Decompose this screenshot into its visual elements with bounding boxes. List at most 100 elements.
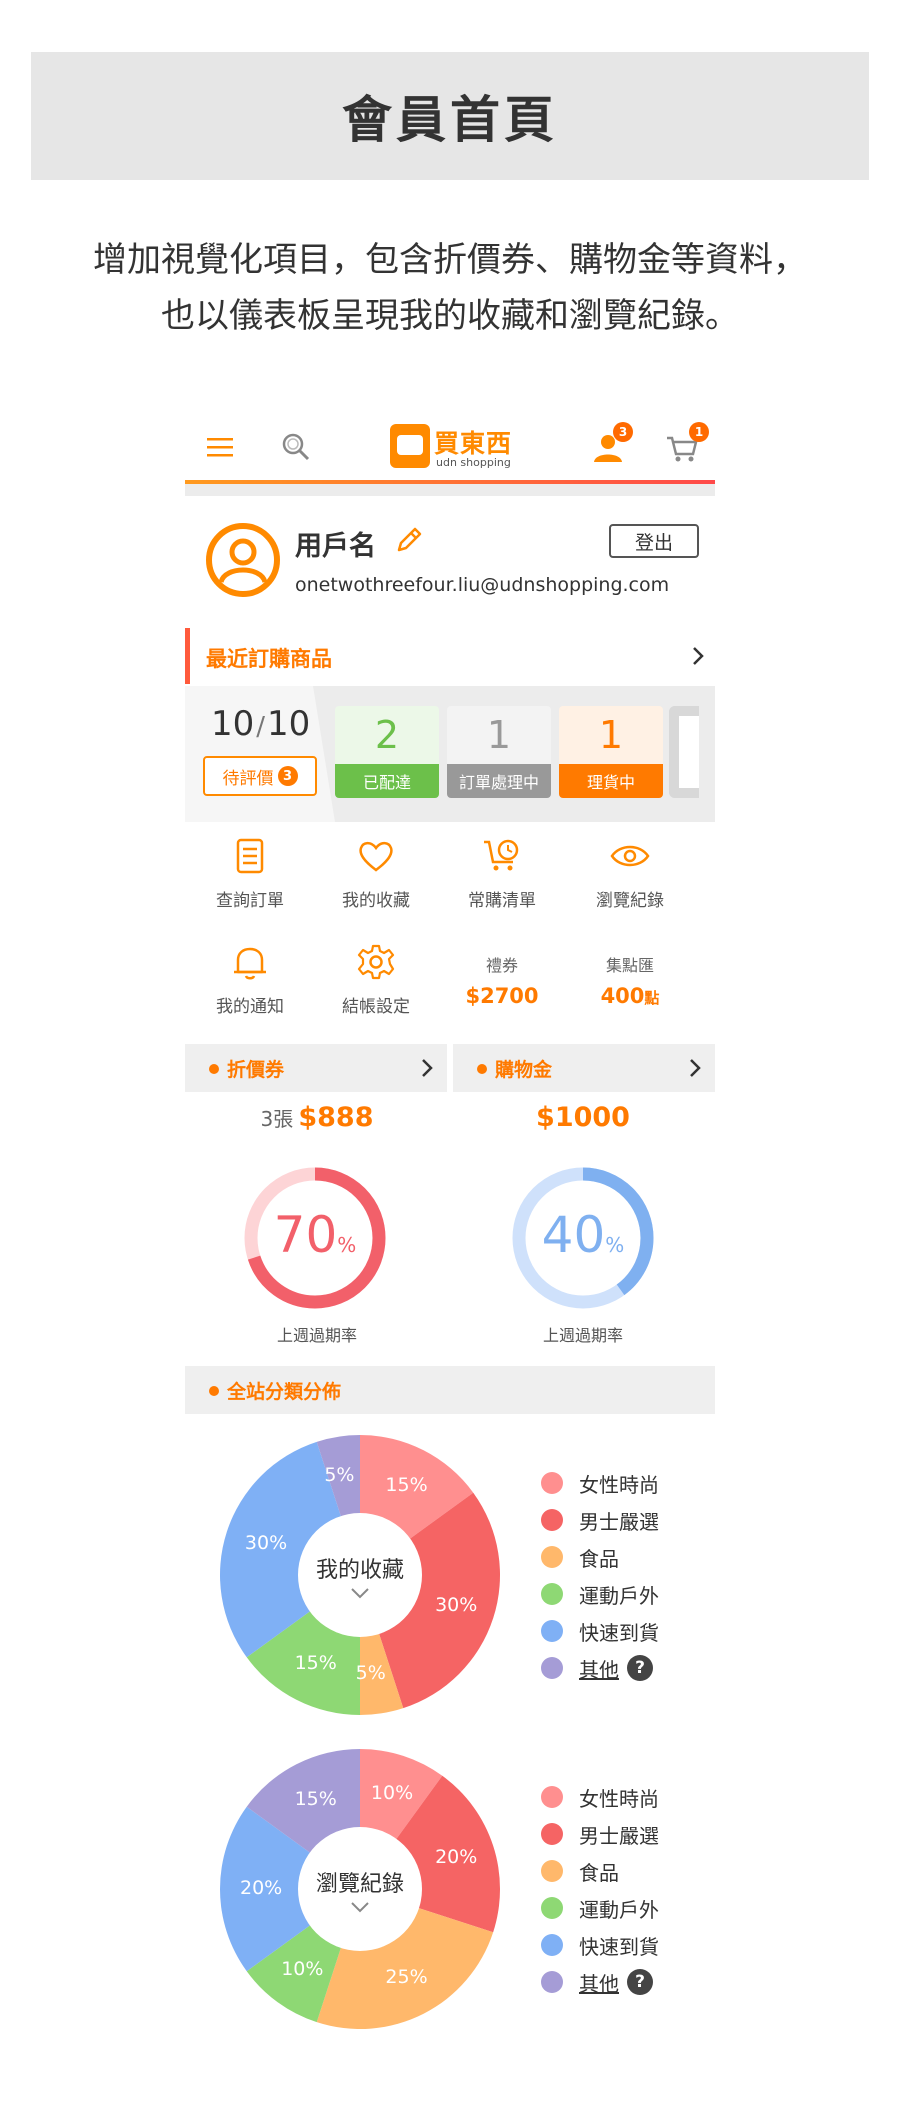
legend-label-other-link[interactable]: 其他 [579,1968,619,1997]
pending-review-button[interactable]: 待評價 3 [203,756,317,796]
credit-rate-unit: % [605,1233,625,1257]
menu-item-label: 結帳設定 [342,997,410,1017]
order-status-card-delivered[interactable]: 2 已配達 [335,706,439,798]
credit-value: $1000 [536,1102,630,1133]
logout-button[interactable]: 登出 [609,524,699,558]
order-status-count: 1 [486,713,512,757]
menu-item-vouchers[interactable]: 禮券 $2700 [437,936,567,1036]
pending-review-label: 待評價 [222,768,274,789]
user-profile: 用戶名 登出 onetwothreefour.liu@udnshopping.c… [185,512,715,622]
distribution-title: 全站分類分佈 [227,1381,342,1403]
avatar-icon[interactable] [205,522,281,598]
coupons-rate-value: 70 [273,1206,338,1264]
legend-swatch [541,1786,563,1808]
legend-item: 運動戶外 [541,1889,711,1926]
order-status-card-more[interactable] [669,706,699,798]
legend-item[interactable]: 其他? [541,1649,711,1686]
coupons-amount: 3張 $888 [185,1102,449,1133]
coupons-value: $888 [298,1102,374,1133]
cart-clock-icon [484,839,519,871]
recent-orders-header[interactable]: 最近訂購商品 [185,628,715,684]
page-title: 會員首頁 [342,91,558,149]
order-status-label: 已配達 [335,764,439,798]
pie-slice-label: 30% [244,1532,288,1555]
pie-center[interactable]: 我的收藏 [303,1522,417,1628]
menu-item-order-query[interactable]: 查詢訂單 [185,830,315,930]
legend-label: 女性時尚 [579,1473,659,1497]
pie-slice-label: 25% [385,1966,428,1989]
menu-item-label: 常購清單 [468,891,536,911]
topbar-divider [185,484,715,496]
chevron-down-icon [351,1902,369,1913]
distribution-header: 全站分類分佈 [185,1366,715,1414]
chevron-right-icon [693,647,704,665]
description-line-2: 也以儀表板呈現我的收藏和瀏覽紀錄。 [161,296,739,336]
search-icon[interactable] [277,428,315,466]
legend-swatch [541,1472,563,1494]
shopping-bag-icon [390,424,430,468]
points-value: 400 [600,984,645,1008]
credit-rate-value: 40 [541,1206,606,1264]
menu-item-label: 我的收藏 [342,891,410,911]
pie-slice-label: 20% [435,1846,478,1869]
hamburger-menu-icon[interactable] [201,428,239,466]
legend-label: 食品 [579,1547,619,1571]
legend-item[interactable]: 其他? [541,1963,711,2000]
legend-label: 快速到貨 [579,1935,659,1959]
menu-item-notifications[interactable]: 我的通知 [185,936,315,1036]
recent-orders-title: 最近訂購商品 [206,647,332,671]
coupons-rate-unit: % [337,1233,357,1257]
favorites-pie-chart[interactable]: 15% 30% 5% 15% 30% 5% 我的收藏 [215,1430,505,1720]
legend-label: 男士嚴選 [579,1824,659,1848]
order-status-label: 訂單處理中 [447,764,551,798]
menu-item-points[interactable]: 集點匯 400點 [565,936,695,1036]
pie-slice-label: 15% [294,1787,337,1810]
legend-swatch [541,1657,563,1679]
credit-title: 購物金 [495,1059,553,1081]
pie-title: 瀏覽紀錄 [315,1872,404,1897]
legend-label: 男士嚴選 [579,1510,659,1534]
pie-slice-label: 15% [294,1652,337,1675]
bullet-dot [209,1064,219,1074]
points-label: 集點匯 [605,956,654,975]
legend-item: 食品 [541,1852,711,1889]
credit-header[interactable]: 購物金 [453,1044,715,1092]
help-icon[interactable]: ? [627,1655,653,1681]
credit-caption: 上週過期率 [542,1326,623,1345]
order-status-card-picking[interactable]: 1 理貨中 [559,706,663,798]
pie-slice-label: 10% [281,1957,324,1980]
pie-slice-label: 5% [324,1464,355,1487]
chevron-right-icon [422,1059,433,1077]
top-navigation-bar: 買東西 udn shopping 3 1 [185,412,715,496]
menu-item-checkout-settings[interactable]: 結帳設定 [311,936,441,1036]
order-status-count: 1 [598,713,624,757]
legend-label-other-link[interactable]: 其他 [579,1654,619,1683]
help-icon[interactable]: ? [627,1969,653,1995]
coupons-quantity: 3張 [260,1107,294,1131]
coupons-title: 折價券 [227,1059,285,1081]
menu-item-label: 瀏覽紀錄 [596,891,664,911]
pie-center[interactable]: 瀏覽紀錄 [303,1836,417,1942]
page-title-bar: 會員首頁 [31,52,869,180]
order-status-card-processing[interactable]: 1 訂單處理中 [447,706,551,798]
bullet-dot [477,1064,487,1074]
browse-history-pie-chart[interactable]: 10% 20% 25% 10% 20% 15% 瀏覽紀錄 [215,1744,505,2034]
menu-item-browse-history[interactable]: 瀏覽紀錄 [565,830,695,930]
edit-pencil-icon[interactable] [393,524,425,556]
order-status-label: 理貨中 [559,764,663,798]
coupons-header[interactable]: 折價券 [185,1044,447,1092]
udn-shopping-logo[interactable]: 買東西 udn shopping [390,424,518,472]
heart-icon [359,841,393,872]
bell-icon [234,947,266,980]
page-description: 增加視覺化項目，包含折價券、購物金等資料， 也以儀表板呈現我的收藏和瀏覽紀錄。 [0,232,900,344]
menu-item-frequent-list[interactable]: 常購清單 [437,830,567,930]
pie-slice-label: 15% [385,1473,428,1496]
legend-item: 快速到貨 [541,1612,711,1649]
points-unit: 點 [644,989,660,1007]
coupons-caption: 上週過期率 [276,1326,357,1345]
order-count-total: 10 [267,704,311,744]
menu-item-favorites[interactable]: 我的收藏 [311,830,441,930]
legend-label: 女性時尚 [579,1787,659,1811]
legend-swatch [541,1860,563,1882]
user-email: onetwothreefour.liu@udnshopping.com [295,574,670,596]
